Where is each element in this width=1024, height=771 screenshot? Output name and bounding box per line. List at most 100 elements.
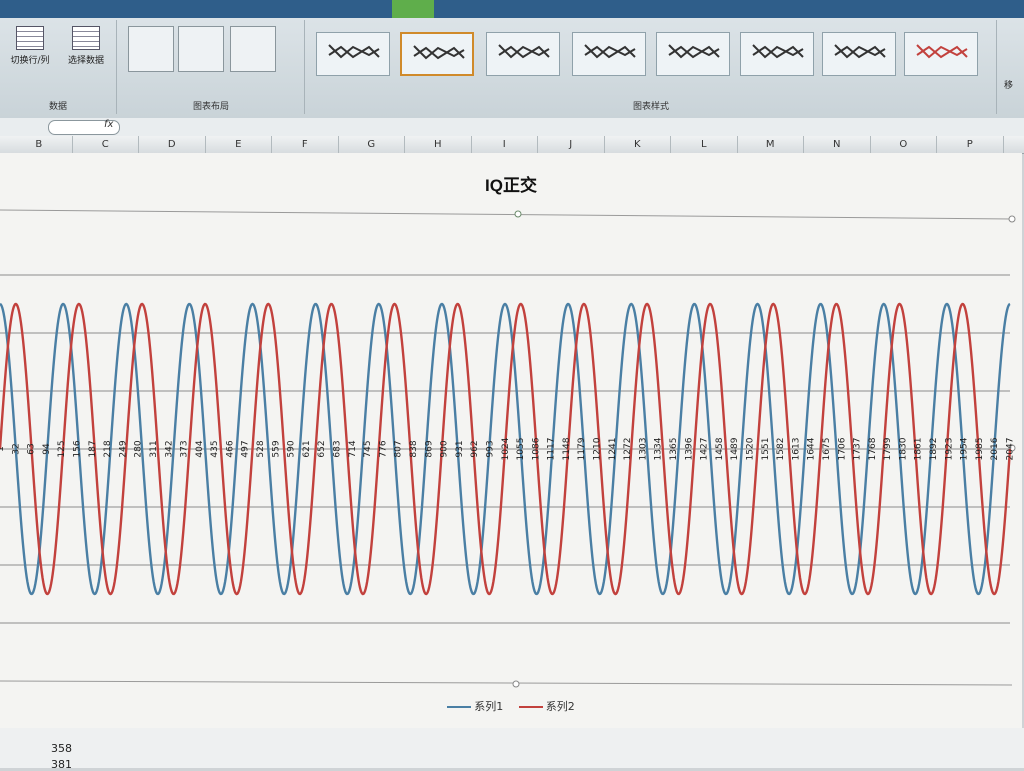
x-tick-label: 1892: [929, 438, 939, 461]
x-tick-label: 807: [394, 440, 404, 457]
x-tick-label: 1582: [776, 438, 786, 461]
formula-bar: fx: [0, 118, 1024, 137]
x-tick-label: 1272: [623, 438, 633, 461]
x-tick-label: 435: [210, 440, 220, 457]
x-tick-label: 466: [225, 440, 235, 457]
layout-thumb-3[interactable]: [230, 26, 276, 72]
column-header-O[interactable]: O: [871, 136, 938, 153]
x-tick-label: 1179: [577, 437, 587, 460]
x-tick-label: 1: [0, 446, 6, 452]
x-tick-label: 1024: [501, 437, 511, 460]
chart-style-3[interactable]: [486, 32, 560, 76]
chart-style-glyph: [657, 33, 727, 73]
layout-thumb-2[interactable]: [178, 26, 224, 72]
x-tick-label: 1644: [807, 437, 817, 460]
chart-style-glyph: [905, 33, 975, 73]
column-header-P[interactable]: P: [937, 136, 1004, 153]
group-data: 切换行/列 选择数据 数据: [0, 20, 117, 114]
x-tick-label: 32: [11, 443, 21, 454]
legend-item-series2: 系列2: [519, 698, 575, 714]
x-tick-label: 838: [409, 440, 419, 457]
chart-style-2[interactable]: [400, 32, 474, 76]
column-header-Q[interactable]: Q: [1004, 136, 1024, 153]
chart-style-7[interactable]: [822, 32, 896, 76]
chart-style-glyph: [823, 33, 893, 73]
group-chart-styles-label: 图表样式: [306, 99, 996, 112]
group-move-chart: 移: [998, 20, 1024, 114]
legend-label-series2: 系列2: [546, 700, 575, 713]
x-tick-label: 683: [333, 440, 343, 457]
legend-swatch-series2: [519, 706, 543, 708]
x-tick-label: 1303: [638, 438, 648, 461]
x-tick-label: 559: [271, 440, 281, 457]
resize-handle-top-right: [1009, 216, 1015, 222]
column-header-F[interactable]: F: [272, 136, 339, 153]
x-tick-label: 1985: [975, 438, 985, 461]
x-tick-label: 1396: [684, 437, 694, 460]
x-tick-label: 931: [455, 440, 465, 457]
x-tick-label: 187: [88, 440, 98, 457]
legend-swatch-series1: [447, 706, 471, 708]
resize-handle-top: [515, 211, 521, 217]
x-tick-label: 156: [73, 440, 83, 457]
x-tick-label: 1737: [853, 438, 863, 461]
x-tick-label: 125: [57, 440, 67, 457]
x-tick-label: 1055: [516, 438, 526, 461]
row-number: 358: [36, 742, 72, 755]
column-header-L[interactable]: L: [671, 136, 738, 153]
x-tick-label: 776: [378, 440, 388, 457]
column-header-K[interactable]: K: [605, 136, 672, 153]
x-tick-label: 1086: [531, 437, 541, 460]
group-data-label: 数据: [0, 99, 116, 112]
column-header-B[interactable]: B: [6, 136, 73, 153]
sheet-grid: 358 381: [0, 728, 1024, 768]
group-chart-layout-label: 图表布局: [118, 99, 304, 112]
chart-style-glyph: [402, 34, 472, 74]
x-tick-label: 590: [287, 440, 297, 457]
column-header-E[interactable]: E: [206, 136, 273, 153]
chart-plot[interactable]: 1326394125156187218249280311342373404435…: [0, 153, 1022, 698]
x-tick-label: 1489: [730, 437, 740, 460]
tab-chart-design[interactable]: [392, 0, 434, 18]
x-tick-label: 311: [149, 440, 159, 457]
x-tick-label: 1613: [791, 438, 801, 461]
column-header-M[interactable]: M: [738, 136, 805, 153]
x-tick-label: 2016: [990, 437, 1000, 460]
column-header-G[interactable]: G: [339, 136, 406, 153]
column-header-D[interactable]: D: [139, 136, 206, 153]
x-tick-label: 745: [363, 440, 373, 457]
fx-label[interactable]: fx: [104, 119, 113, 130]
column-header-I[interactable]: I: [472, 136, 539, 153]
x-tick-label: 497: [241, 440, 251, 457]
layout-thumb-1[interactable]: [128, 26, 174, 72]
column-header-J[interactable]: J: [538, 136, 605, 153]
select-data-button[interactable]: 选择数据: [60, 24, 112, 76]
x-tick-label: 652: [317, 440, 327, 457]
x-tick-label: 1675: [822, 438, 832, 461]
x-tick-label: 342: [164, 440, 174, 457]
chart-style-glyph: [317, 33, 387, 73]
column-header-H[interactable]: H: [405, 136, 472, 153]
chart-style-8[interactable]: [904, 32, 978, 76]
move-chart-button[interactable]: 移: [1004, 78, 1013, 91]
x-tick-label: 1861: [914, 438, 924, 461]
x-tick-label: 1210: [593, 437, 603, 460]
x-tick-label: 373: [180, 440, 190, 457]
chart-area[interactable]: IQ正交 13263941251561872182492803113423734…: [0, 153, 1022, 728]
chart-style-1[interactable]: [316, 32, 390, 76]
x-tick-label: 1334: [654, 437, 664, 460]
legend-item-series1: 系列1: [447, 698, 503, 714]
x-tick-label: 714: [348, 440, 358, 457]
switch-row-column-icon: [16, 26, 44, 50]
column-header-N[interactable]: N: [804, 136, 871, 153]
x-tick-label: 404: [195, 440, 205, 457]
chart-style-glyph: [573, 33, 643, 73]
chart-legend[interactable]: 系列1 系列2: [0, 698, 1022, 714]
chart-style-5[interactable]: [656, 32, 730, 76]
column-header-C[interactable]: C: [73, 136, 140, 153]
chart-style-6[interactable]: [740, 32, 814, 76]
x-tick-label: 1427: [700, 438, 710, 461]
chart-style-4[interactable]: [572, 32, 646, 76]
switch-row-column-button[interactable]: 切换行/列: [4, 24, 56, 76]
x-tick-label: 94: [42, 443, 52, 455]
